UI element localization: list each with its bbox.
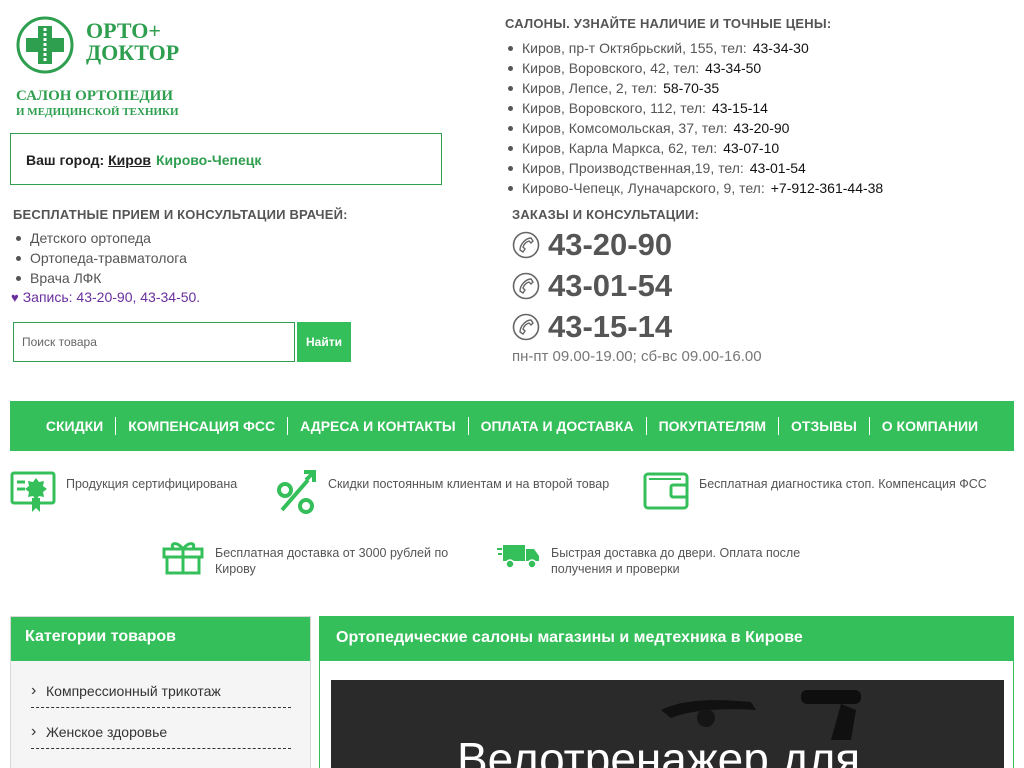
heart-icon: ♥ bbox=[11, 290, 19, 305]
search-input[interactable] bbox=[13, 322, 295, 362]
feature-fast-delivery: Быстрая доставка до двери. Оплата после … bbox=[497, 539, 800, 577]
list-item: Киров, Воровского, 42, тел: 43-34-50 bbox=[505, 58, 883, 78]
feature-certified: Продукция сертифицирована bbox=[10, 470, 237, 514]
order-phone-number[interactable]: 43-15-14 bbox=[548, 309, 672, 345]
logo-subtitle: САЛОН ОРТОПЕДИИ bbox=[16, 88, 173, 104]
order-phone-number[interactable]: 43-20-90 bbox=[548, 227, 672, 263]
salon-address: Кирово-Чепецк, Луначарского, 9, тел: bbox=[522, 180, 765, 196]
wallet-icon bbox=[643, 472, 689, 510]
salon-address: Киров, Карла Маркса, 62, тел: bbox=[522, 140, 718, 156]
signup-line: ♥ Запись: 43-20-90, 43-34-50. bbox=[11, 289, 200, 305]
list-item: Киров, пр-т Октябрьский, 155, тел: 43-34-… bbox=[505, 38, 883, 58]
salon-phone[interactable]: 43-34-30 bbox=[753, 40, 809, 56]
list-item: Киров, Комсомольская, 37, тел: 43-20-90 bbox=[505, 118, 883, 138]
list-item: Киров, Карла Маркса, 62, тел: 43-07-10 bbox=[505, 138, 883, 158]
feature-discounts: Скидки постоянным клиентам и на второй т… bbox=[274, 470, 609, 514]
order-phone-2[interactable]: 43-01-54 bbox=[512, 266, 672, 306]
order-phone-3[interactable]: 43-15-14 bbox=[512, 307, 672, 347]
nav-item-discounts[interactable]: СКИДКИ bbox=[34, 417, 115, 435]
order-phone-1[interactable]: 43-20-90 bbox=[512, 225, 672, 265]
category-compression[interactable]: Компрессионный трикотаж bbox=[31, 674, 291, 708]
salon-phone[interactable]: 43-07-10 bbox=[723, 140, 779, 156]
nav-item-payment-delivery[interactable]: ОПЛАТА И ДОСТАВКА bbox=[467, 417, 646, 435]
logo-cross-icon bbox=[16, 16, 74, 74]
feature-text: Бесплатная доставка от 3000 рублей по Ки… bbox=[215, 545, 448, 577]
feature-text: Бесплатная диагностика стоп. Компенсация… bbox=[699, 477, 987, 491]
search-button[interactable]: Найти bbox=[297, 322, 351, 362]
logo-name: ОРТО+ ДОКТОР bbox=[86, 20, 179, 64]
salon-phone[interactable]: 58-70-35 bbox=[663, 80, 719, 96]
feature-text-line2: Кирову bbox=[215, 562, 256, 576]
doctors-list: Детского ортопеда Ортопеда-травматолога … bbox=[13, 229, 187, 289]
list-item: Киров, Производственная,19, тел: 43-01-54 bbox=[505, 158, 883, 178]
logo-name-line1: ОРТО+ bbox=[86, 18, 161, 43]
category-womens-health[interactable]: Женское здоровье bbox=[31, 715, 291, 749]
banner-text: Велотренажер для bbox=[457, 733, 861, 768]
phone-icon bbox=[512, 272, 540, 300]
list-item: Киров, Воровского, 112, тел: 43-15-14 bbox=[505, 98, 883, 118]
consult-title: БЕСПЛАТНЫЕ ПРИЕМ И КОНСУЛЬТАЦИИ ВРАЧЕЙ: bbox=[13, 207, 348, 222]
salons-title: САЛОНЫ. УЗНАЙТЕ НАЛИЧИЕ И ТОЧНЫЕ ЦЕНЫ: bbox=[505, 16, 832, 31]
logo[interactable]: ОРТО+ ДОКТОР САЛОН ОРТОПЕДИИ И МЕДИЦИНСК… bbox=[16, 16, 196, 120]
logo-subtitle-2: И МЕДИЦИНСКОЙ ТЕХНИКИ bbox=[16, 106, 179, 118]
feature-text-line1: Бесплатная доставка от 3000 рублей по bbox=[215, 546, 449, 560]
feature-text-line2: получения и проверки bbox=[551, 562, 680, 576]
working-hours: пн-пт 09.00-19.00; сб-вс 09.00-16.00 bbox=[512, 348, 762, 365]
feature-text: Продукция сертифицирована bbox=[66, 477, 238, 491]
promo-banner[interactable]: Велотренажер для bbox=[331, 680, 1004, 768]
phone-icon bbox=[512, 313, 540, 341]
certificate-icon bbox=[10, 471, 56, 512]
salon-address: Киров, Производственная,19, тел: bbox=[522, 160, 744, 176]
page-title: Ортопедические салоны магазины и медтехн… bbox=[320, 617, 1013, 661]
salons-list: Киров, пр-т Октябрьский, 155, тел: 43-34-… bbox=[505, 38, 883, 198]
list-item: Киров, Лепсе, 2, тел: 58-70-35 bbox=[505, 78, 883, 98]
salon-address: Киров, пр-т Октябрьский, 155, тел: bbox=[522, 40, 747, 56]
order-phone-number[interactable]: 43-01-54 bbox=[548, 268, 672, 304]
feature-text-line1: Быстрая доставка до двери. Оплата после bbox=[551, 546, 801, 560]
nav-item-customers[interactable]: ПОКУПАТЕЛЯМ bbox=[645, 417, 778, 435]
salon-address: Киров, Воровского, 112, тел: bbox=[522, 100, 706, 116]
list-item: Детского ортопеда bbox=[13, 229, 187, 249]
truck-icon bbox=[497, 545, 539, 569]
list-item: Ортопеда-травматолога bbox=[13, 249, 187, 269]
sidebar-title: Категории товаров bbox=[11, 617, 310, 661]
city-selector: Ваш город: Киров Кирово-Чепецк bbox=[10, 133, 442, 185]
salon-phone[interactable]: 43-01-54 bbox=[750, 160, 806, 176]
feature-text: Быстрая доставка до двери. Оплата после … bbox=[551, 545, 800, 577]
salon-address: Киров, Комсомольская, 37, тел: bbox=[522, 120, 728, 136]
phone-icon bbox=[512, 231, 540, 259]
nav-item-addresses[interactable]: АДРЕСА И КОНТАКТЫ bbox=[287, 417, 467, 435]
categories-sidebar: Категории товаров Компрессионный трикота… bbox=[10, 616, 311, 768]
logo-name-line2: ДОКТОР bbox=[86, 40, 180, 65]
salon-phone[interactable]: +7-912-361-44-38 bbox=[771, 180, 883, 196]
signup-text[interactable]: Запись: 43-20-90, 43-34-50. bbox=[23, 289, 200, 305]
feature-diagnostics: Бесплатная диагностика стоп. Компенсация… bbox=[643, 470, 987, 510]
main-nav: СКИДКИ КОМПЕНСАЦИЯ ФСС АДРЕСА И КОНТАКТЫ… bbox=[10, 401, 1014, 451]
feature-text: Скидки постоянным клиентам и на второй т… bbox=[328, 477, 610, 491]
gift-icon bbox=[162, 542, 204, 575]
salon-address: Киров, Лепсе, 2, тел: bbox=[522, 80, 658, 96]
orders-title: ЗАКАЗЫ И КОНСУЛЬТАЦИИ: bbox=[512, 207, 700, 222]
city-link-kirov[interactable]: Киров bbox=[108, 152, 151, 168]
city-label: Ваш город: bbox=[26, 152, 105, 168]
list-item: Кирово-Чепецк, Луначарского, 9, тел: +7-9… bbox=[505, 178, 883, 198]
nav-item-reviews[interactable]: ОТЗЫВЫ bbox=[778, 417, 869, 435]
list-item: Врача ЛФК bbox=[13, 269, 187, 289]
percent-icon bbox=[277, 470, 316, 514]
main-content: Ортопедические салоны магазины и медтехн… bbox=[319, 616, 1014, 768]
nav-item-fss-compensation[interactable]: КОМПЕНСАЦИЯ ФСС bbox=[115, 417, 287, 435]
salon-address: Киров, Воровского, 42, тел: bbox=[522, 60, 700, 76]
salon-phone[interactable]: 43-34-50 bbox=[705, 60, 761, 76]
salon-phone[interactable]: 43-15-14 bbox=[712, 100, 768, 116]
salon-phone[interactable]: 43-20-90 bbox=[733, 120, 789, 136]
city-link-kirovo-chepetsk[interactable]: Кирово-Чепецк bbox=[156, 152, 261, 168]
nav-item-about[interactable]: О КОМПАНИИ bbox=[868, 417, 990, 435]
feature-free-delivery: Бесплатная доставка от 3000 рублей по Ки… bbox=[161, 539, 448, 577]
